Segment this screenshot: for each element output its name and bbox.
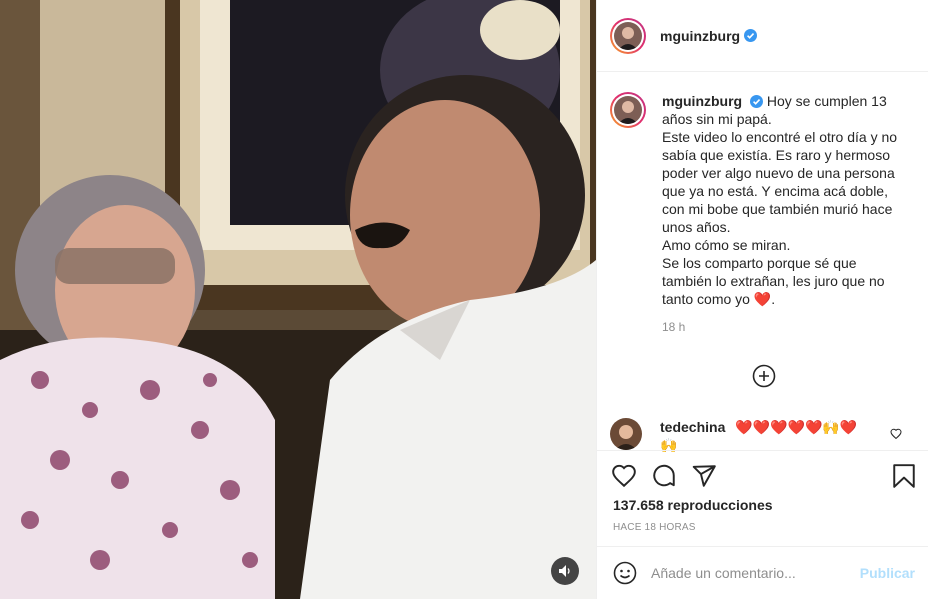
- commenter-username[interactable]: tedechina: [660, 419, 725, 435]
- caption-line: Se los comparto porque sé que: [662, 255, 857, 271]
- verified-badge-icon: [750, 95, 763, 108]
- comment-bubble-icon[interactable]: [651, 463, 677, 489]
- plus-circle-icon[interactable]: [752, 364, 776, 388]
- add-comment-bar: Publicar: [597, 546, 928, 599]
- caption-line: años sin mi papá.: [662, 111, 772, 127]
- caption-line: unos años.: [662, 219, 731, 235]
- bookmark-icon[interactable]: [892, 463, 916, 489]
- caption-line: tanto como yo ❤️.: [662, 291, 776, 307]
- avatar[interactable]: [610, 17, 646, 54]
- heart-small-icon[interactable]: [890, 428, 902, 440]
- post-actions: 137.658 reproducciones HACE 18 HORAS: [597, 450, 928, 550]
- post-header: mguinzburg: [597, 0, 928, 72]
- video-player[interactable]: [0, 0, 596, 599]
- caption-timestamp[interactable]: 18 h: [662, 318, 918, 336]
- publish-button[interactable]: Publicar: [860, 565, 915, 581]
- caption-username[interactable]: mguinzburg: [662, 93, 742, 109]
- author-username[interactable]: mguinzburg: [660, 28, 740, 44]
- post-timestamp[interactable]: HACE 18 HORAS: [613, 522, 696, 533]
- caption-line: Este video lo encontré el otro día y no: [662, 129, 898, 145]
- verified-badge-icon: [744, 29, 758, 42]
- comment-text: ❤️❤️❤️❤️❤️🙌❤️: [735, 419, 858, 435]
- comment-item: tedechina ❤️❤️❤️❤️❤️🙌❤️ 🙌: [610, 418, 920, 454]
- commenter-avatar[interactable]: [610, 418, 642, 450]
- caption-line: que ya no está. Y encima acá doble,: [662, 183, 888, 199]
- caption-line: también lo extrañan, les juro que no: [662, 273, 885, 289]
- comment-input[interactable]: [651, 565, 851, 581]
- video-frame: [0, 0, 596, 599]
- caption-line: sabía que existía. Es raro y hermoso: [662, 147, 890, 163]
- action-icons-row: [611, 463, 917, 489]
- caption-line: Hoy se cumplen 13: [766, 93, 887, 109]
- comment-body: tedechina ❤️❤️❤️❤️❤️🙌❤️ 🙌: [660, 418, 857, 454]
- caption-line: poder ver algo nuevo de una persona: [662, 165, 895, 181]
- heart-icon[interactable]: [611, 463, 637, 489]
- speaker-icon: [559, 565, 570, 577]
- paper-plane-icon[interactable]: [691, 463, 717, 489]
- caption-avatar[interactable]: [610, 92, 646, 128]
- caption-line: con mi bobe que también murió hace: [662, 201, 893, 217]
- caption-line: Amo cómo se miran.: [662, 237, 791, 253]
- post-side-panel: mguinzburg mguinzburg Hoy se cumplen 13 …: [596, 0, 928, 599]
- mute-button[interactable]: [551, 557, 579, 585]
- caption-text: mguinzburg Hoy se cumplen 13 años sin mi…: [662, 92, 918, 336]
- smiley-icon[interactable]: [613, 561, 637, 585]
- view-count[interactable]: 137.658 reproducciones: [613, 497, 773, 513]
- post-caption: mguinzburg Hoy se cumplen 13 años sin mi…: [610, 92, 918, 336]
